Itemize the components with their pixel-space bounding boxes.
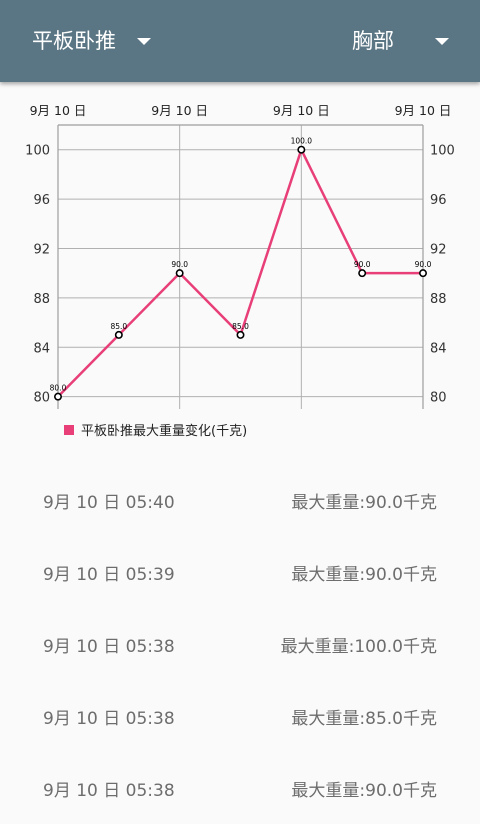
- record-row[interactable]: 9月 10 日 05:40 最大重量:90.0千克: [0, 464, 480, 536]
- dropdown-arrow-icon: [435, 38, 449, 45]
- record-time: 9月 10 日 05:38: [43, 709, 175, 729]
- data-label: 85.0: [110, 322, 127, 331]
- exercise-dropdown-label: 平板卧推: [32, 29, 116, 53]
- record-time: 9月 10 日 05:40: [43, 493, 175, 513]
- data-label: 90.0: [415, 260, 432, 269]
- dropdown-arrow-icon: [137, 38, 151, 45]
- data-label: 85.0: [232, 322, 249, 331]
- record-max-weight: 最大重量:90.0千克: [291, 565, 437, 585]
- record-time: 9月 10 日 05:38: [43, 781, 175, 801]
- y-tick-label-right: 100: [430, 144, 455, 159]
- bodypart-dropdown-label: 胸部: [352, 29, 394, 53]
- record-row[interactable]: 9月 10 日 05:38 最大重量:100.0千克: [0, 608, 480, 680]
- record-time: 9月 10 日 05:39: [43, 565, 175, 585]
- legend-swatch: [64, 425, 74, 435]
- x-tick-label: 9月 10 日: [273, 103, 330, 118]
- app-toolbar: 平板卧推 胸部: [0, 0, 480, 82]
- y-tick-label-right: 80: [430, 391, 447, 406]
- data-point: [175, 269, 184, 278]
- x-tick-label: 9月 10 日: [395, 103, 452, 118]
- record-max-weight: 最大重量:85.0千克: [291, 709, 437, 729]
- data-point: [114, 330, 123, 339]
- legend-label: 平板卧推最大重量变化(千克): [81, 423, 247, 439]
- y-tick-label-left: 100: [25, 144, 50, 159]
- y-tick-label-left: 96: [33, 193, 50, 208]
- record-time: 9月 10 日 05:38: [43, 637, 175, 657]
- chart-canvas: 80 80 84 84 88 88 92 92 96 96 100 100 9月 10 日 9月 10 日…: [25, 103, 455, 439]
- record-max-weight: 最大重量:100.0千克: [280, 637, 437, 657]
- data-label: 80.0: [50, 384, 67, 393]
- y-tick-label-right: 96: [430, 193, 447, 208]
- y-tick-label-left: 88: [33, 292, 50, 307]
- record-max-weight: 最大重量:90.0千克: [291, 493, 437, 513]
- y-tick-label-left: 80: [33, 391, 50, 406]
- exercise-dropdown[interactable]: 平板卧推: [0, 0, 240, 82]
- y-tick-label-right: 84: [430, 341, 447, 356]
- data-point: [297, 145, 306, 154]
- data-point: [418, 269, 427, 278]
- record-row[interactable]: 9月 10 日 05:38 最大重量:85.0千克: [0, 680, 480, 752]
- record-row[interactable]: 9月 10 日 05:39 最大重量:90.0千克: [0, 536, 480, 608]
- record-max-weight: 最大重量:90.0千克: [291, 781, 437, 801]
- y-tick-label-right: 88: [430, 292, 447, 307]
- data-label: 100.0: [291, 137, 313, 146]
- y-tick-label-right: 92: [430, 242, 447, 257]
- data-point: [53, 392, 62, 401]
- x-tick-label: 9月 10 日: [30, 103, 87, 118]
- series-line: [57, 148, 423, 398]
- y-tick-label-left: 92: [33, 242, 50, 257]
- bodypart-dropdown[interactable]: 胸部: [240, 0, 480, 82]
- data-label: 90.0: [171, 260, 188, 269]
- record-row[interactable]: 9月 10 日 05:38 最大重量:90.0千克: [0, 752, 480, 824]
- data-point: [358, 269, 367, 278]
- data-label: 90.0: [354, 260, 371, 269]
- x-tick-label: 9月 10 日: [151, 103, 208, 118]
- y-tick-label-left: 84: [33, 341, 50, 356]
- weight-line-chart: 80 80 84 84 88 88 92 92 96 96 100 100 9月 10 日 9月 10 日…: [0, 82, 480, 457]
- data-point: [236, 330, 245, 339]
